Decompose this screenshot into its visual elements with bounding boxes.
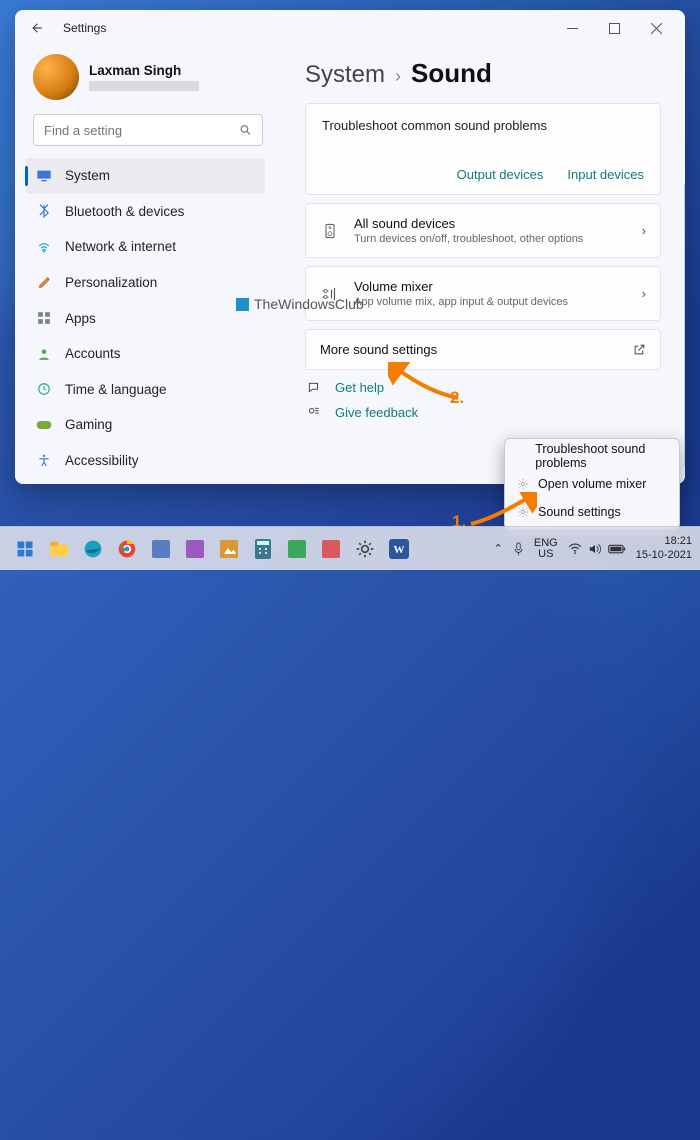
sidebar-item-network[interactable]: Network & internet xyxy=(25,229,265,265)
sidebar-item-personalization[interactable]: Personalization xyxy=(25,265,265,301)
taskbar-app-2[interactable] xyxy=(178,532,212,566)
row-subtitle: App volume mix, app input & output devic… xyxy=(354,296,628,308)
row-title: All sound devices xyxy=(354,216,628,231)
all-sound-devices-row[interactable]: All sound devices Turn devices on/off, t… xyxy=(305,203,661,258)
sidebar-item-time-language[interactable]: Time & language xyxy=(25,371,265,407)
taskbar: W ⌃ ENG US 18:21 15-10-2021 xyxy=(0,526,700,570)
mixer-icon xyxy=(320,286,340,302)
window-title: Settings xyxy=(63,21,106,35)
breadcrumb-root[interactable]: System xyxy=(305,61,385,89)
sidebar-item-label: Time & language xyxy=(65,382,167,397)
brush-icon xyxy=(35,275,53,290)
taskbar-edge[interactable] xyxy=(76,532,110,566)
tray-mic-icon[interactable] xyxy=(513,542,524,556)
user-block[interactable]: Laxman Singh xyxy=(25,48,271,110)
back-arrow-icon xyxy=(30,21,44,35)
back-button[interactable] xyxy=(23,14,51,42)
search-box[interactable] xyxy=(33,114,263,146)
sidebar-item-label: Network & internet xyxy=(65,239,176,254)
help-icon xyxy=(307,381,325,395)
tray-volume-icon[interactable] xyxy=(588,543,602,555)
sidebar-item-accounts[interactable]: Accounts xyxy=(25,336,265,372)
breadcrumb-current: Sound xyxy=(411,58,492,89)
sidebar-item-label: Apps xyxy=(65,311,96,326)
chevron-right-icon: › xyxy=(642,286,646,301)
chevron-right-icon: › xyxy=(395,66,401,87)
sidebar-item-label: Accounts xyxy=(65,346,121,361)
content-pane: System › Sound Troubleshoot common sound… xyxy=(277,46,685,484)
sidebar-item-accessibility[interactable]: Accessibility xyxy=(25,443,265,479)
gear-icon xyxy=(516,478,530,490)
tray-battery-icon[interactable] xyxy=(608,544,626,554)
sidebar: Laxman Singh System Bluetooth & devices xyxy=(15,46,277,484)
nav-list: System Bluetooth & devices Network & int… xyxy=(25,158,271,478)
taskbar-chrome[interactable] xyxy=(110,532,144,566)
breadcrumb: System › Sound xyxy=(305,58,661,89)
sidebar-item-system[interactable]: System xyxy=(25,158,265,194)
sidebar-item-apps[interactable]: Apps xyxy=(25,300,265,336)
search-icon xyxy=(239,123,252,137)
gamepad-icon xyxy=(35,419,53,431)
user-email-redacted xyxy=(89,81,199,91)
taskbar-app-3[interactable] xyxy=(212,532,246,566)
svg-text:W: W xyxy=(394,544,405,556)
tray-context-menu: Troubleshoot sound problems Open volume … xyxy=(504,438,680,530)
maximize-button[interactable] xyxy=(593,12,635,44)
more-sound-settings-row[interactable]: More sound settings xyxy=(305,329,661,370)
troubleshoot-card: Troubleshoot common sound problems Outpu… xyxy=(305,103,661,195)
accessibility-icon xyxy=(35,453,53,467)
gear-icon xyxy=(516,506,530,518)
avatar xyxy=(33,54,79,100)
ctx-sound-settings[interactable]: Sound settings xyxy=(508,498,676,526)
get-help-link[interactable]: Get help xyxy=(307,380,661,395)
give-feedback-link[interactable]: Give feedback xyxy=(307,405,661,420)
volume-mixer-row[interactable]: Volume mixer App volume mix, app input &… xyxy=(305,266,661,321)
input-devices-link[interactable]: Input devices xyxy=(567,167,644,182)
sidebar-item-label: Gaming xyxy=(65,417,112,432)
wifi-icon xyxy=(35,240,53,254)
row-title: Volume mixer xyxy=(354,279,628,294)
start-button[interactable] xyxy=(8,532,42,566)
taskbar-explorer[interactable] xyxy=(42,532,76,566)
chevron-right-icon: › xyxy=(642,223,646,238)
link-label: Give feedback xyxy=(335,405,418,420)
taskbar-word[interactable]: W xyxy=(382,532,416,566)
taskbar-settings[interactable] xyxy=(348,532,382,566)
bluetooth-icon xyxy=(35,203,53,219)
feedback-icon xyxy=(307,406,325,420)
troubleshoot-title: Troubleshoot common sound problems xyxy=(322,118,644,133)
taskbar-app-4[interactable] xyxy=(280,532,314,566)
speaker-icon xyxy=(320,221,340,241)
sidebar-item-bluetooth[interactable]: Bluetooth & devices xyxy=(25,194,265,230)
tray-chevron-up-icon[interactable]: ⌃ xyxy=(494,542,503,555)
minimize-button[interactable] xyxy=(551,12,593,44)
clock-icon xyxy=(35,382,53,396)
titlebar: Settings xyxy=(15,10,685,46)
settings-window: Settings Laxman Singh Sys xyxy=(15,10,685,484)
external-link-icon xyxy=(633,343,646,356)
row-subtitle: Turn devices on/off, troubleshoot, other… xyxy=(354,233,628,245)
sidebar-item-label: Personalization xyxy=(65,275,157,290)
tray-language[interactable]: ENG US xyxy=(534,538,558,560)
sidebar-item-gaming[interactable]: Gaming xyxy=(25,407,265,443)
tray-wifi-icon[interactable] xyxy=(568,543,582,555)
sidebar-item-label: System xyxy=(65,168,110,183)
tray-clock[interactable]: 18:21 15-10-2021 xyxy=(636,535,692,561)
taskbar-calculator[interactable] xyxy=(246,532,280,566)
link-label: Get help xyxy=(335,380,384,395)
taskbar-app-1[interactable] xyxy=(144,532,178,566)
display-icon xyxy=(35,168,53,184)
sidebar-item-label: Bluetooth & devices xyxy=(65,204,184,219)
ctx-open-mixer[interactable]: Open volume mixer xyxy=(508,470,676,498)
user-name: Laxman Singh xyxy=(89,63,199,78)
output-devices-link[interactable]: Output devices xyxy=(457,167,544,182)
row-title: More sound settings xyxy=(320,342,619,357)
close-button[interactable] xyxy=(635,12,677,44)
search-input[interactable] xyxy=(44,123,239,138)
apps-icon xyxy=(35,311,53,325)
taskbar-app-5[interactable] xyxy=(314,532,348,566)
ctx-troubleshoot[interactable]: Troubleshoot sound problems xyxy=(508,442,676,470)
user-icon xyxy=(35,347,53,361)
sidebar-item-label: Accessibility xyxy=(65,453,139,468)
